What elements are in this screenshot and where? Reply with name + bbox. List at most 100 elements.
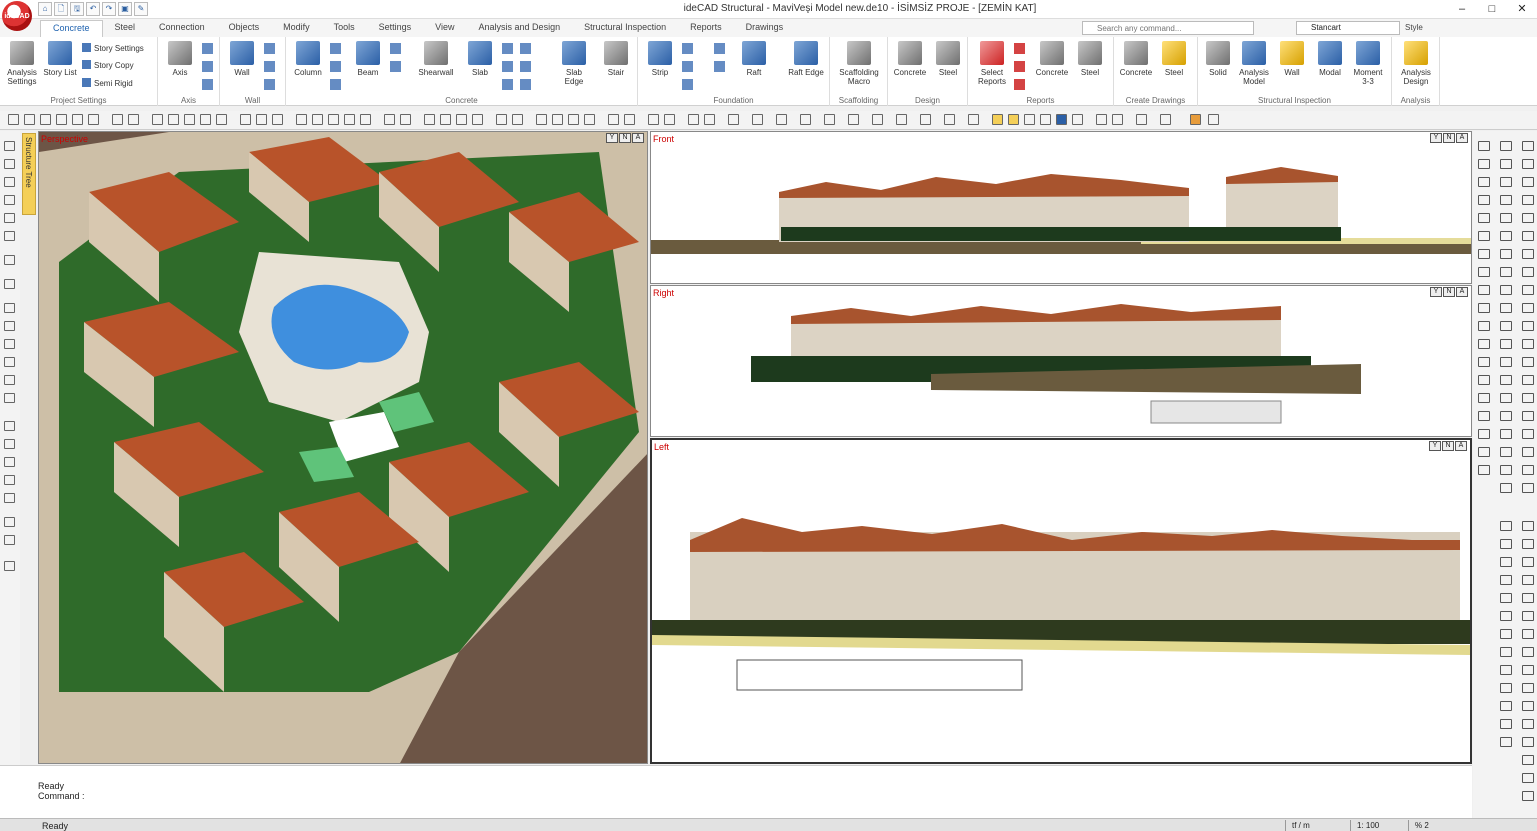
axis-button[interactable]: Axis [162, 41, 198, 77]
tool-icon[interactable] [1522, 321, 1534, 331]
fullscreen-icon[interactable] [1208, 114, 1219, 125]
foundation-tool-icon[interactable] [714, 43, 725, 54]
zoom-indicator[interactable]: % 2 [1415, 821, 1429, 830]
tool-icon[interactable] [1500, 393, 1512, 403]
wall-tool-icon[interactable] [264, 61, 275, 72]
tab-settings[interactable]: Settings [367, 20, 424, 37]
tool-icon[interactable] [1500, 213, 1512, 223]
tool-icon[interactable] [4, 457, 15, 467]
tool-icon[interactable] [1500, 249, 1512, 259]
tool-icon[interactable] [1500, 231, 1512, 241]
tool-icon[interactable] [1478, 231, 1490, 241]
tool-icon[interactable] [1500, 429, 1512, 439]
home-icon[interactable]: ⌂ [38, 2, 52, 16]
minimize-button[interactable]: – [1447, 0, 1477, 19]
tool-icon[interactable] [1522, 557, 1534, 567]
sun-icon[interactable] [1008, 114, 1019, 125]
zoom-out-icon[interactable] [24, 114, 35, 125]
slab-button[interactable]: Slab [462, 41, 498, 77]
tab-analysis-design[interactable]: Analysis and Design [467, 20, 573, 37]
snap-midpoint-icon[interactable] [440, 114, 451, 125]
tool-icon[interactable] [1500, 141, 1512, 151]
tool-icon[interactable] [4, 535, 15, 545]
structure-tree-tab[interactable]: Structure Tree [22, 133, 36, 215]
view-left-icon[interactable] [584, 114, 595, 125]
tool-icon[interactable] [1522, 611, 1534, 621]
moment-button[interactable]: Moment 3-3 [1350, 41, 1386, 86]
layer-icon[interactable] [400, 114, 411, 125]
tool-icon[interactable] [4, 303, 15, 313]
print-icon[interactable] [752, 114, 763, 125]
tool-icon[interactable] [1522, 737, 1534, 747]
tool-icon[interactable] [1478, 177, 1490, 187]
tab-structural-inspection[interactable]: Structural Inspection [572, 20, 678, 37]
tool-icon[interactable] [4, 393, 15, 403]
tool-icon[interactable] [1522, 593, 1534, 603]
viewport-right[interactable]: Right Y N A [650, 285, 1472, 437]
tool-icon[interactable] [4, 493, 15, 503]
tool-icon[interactable] [1522, 539, 1534, 549]
reports-concrete-button[interactable]: Concrete [1034, 41, 1070, 77]
tool-icon[interactable] [1522, 177, 1534, 187]
viewport-perspective[interactable]: Perspective Y N A [38, 131, 648, 764]
tool-icon[interactable] [4, 421, 15, 431]
tool-icon[interactable] [4, 475, 15, 485]
viewport-front[interactable]: Front Y N A [650, 131, 1472, 284]
zoom-extents-icon[interactable] [56, 114, 67, 125]
array-icon[interactable] [824, 114, 835, 125]
undo-icon[interactable]: ↶ [86, 2, 100, 16]
tool-icon[interactable] [1522, 231, 1534, 241]
viewport-control-button[interactable]: Y [1430, 287, 1442, 297]
tab-connection[interactable]: Connection [147, 20, 217, 37]
tool-icon[interactable] [1500, 177, 1512, 187]
select-icon[interactable]: ▣ [118, 2, 132, 16]
tool-icon[interactable] [1522, 755, 1534, 765]
pan-icon[interactable] [72, 114, 83, 125]
tool-icon[interactable] [1522, 791, 1534, 801]
tool-icon[interactable] [1522, 719, 1534, 729]
polyline-icon[interactable] [312, 114, 323, 125]
tool-icon[interactable] [1500, 611, 1512, 621]
tool-icon[interactable] [4, 195, 15, 205]
properties-icon[interactable] [728, 114, 739, 125]
tool-icon[interactable] [1500, 357, 1512, 367]
tool-icon[interactable] [1500, 575, 1512, 585]
edit-icon[interactable]: ✎ [134, 2, 148, 16]
tool-icon[interactable] [1478, 357, 1490, 367]
tool-icon[interactable] [1500, 647, 1512, 657]
tool-icon[interactable] [1500, 375, 1512, 385]
tool-icon[interactable] [1522, 683, 1534, 693]
tool-icon[interactable] [1522, 375, 1534, 385]
scale-icon[interactable] [216, 114, 227, 125]
tool-icon[interactable] [4, 517, 15, 527]
save-icon[interactable]: 🖫 [70, 2, 84, 16]
tool-icon[interactable] [1478, 393, 1490, 403]
drawings-steel-button[interactable]: Steel [1156, 41, 1192, 77]
tool-icon[interactable] [1500, 629, 1512, 639]
tab-drawings[interactable]: Drawings [734, 20, 796, 37]
column-tool-icon[interactable] [330, 61, 341, 72]
tool-icon[interactable] [1478, 339, 1490, 349]
style-select[interactable]: Stancart [1296, 21, 1400, 35]
slab-tool-icon[interactable] [520, 43, 531, 54]
color-icon[interactable] [1056, 114, 1067, 125]
story-copy-button[interactable]: Story Copy [82, 60, 134, 70]
rotate-icon[interactable] [184, 114, 195, 125]
hatch-icon[interactable] [384, 114, 395, 125]
column-button[interactable]: Column [290, 41, 326, 77]
tool-icon[interactable] [1478, 465, 1490, 475]
analysis-settings-button[interactable]: Analysis Settings [4, 41, 40, 86]
hide-icon[interactable] [896, 114, 907, 125]
tool-icon[interactable] [1500, 447, 1512, 457]
bim-icon[interactable] [1136, 114, 1147, 125]
tool-icon[interactable] [1500, 483, 1512, 493]
close-button[interactable]: ✕ [1507, 0, 1537, 19]
rectangle-icon[interactable] [360, 114, 371, 125]
mirror-icon[interactable] [200, 114, 211, 125]
dimension-icon[interactable] [128, 114, 139, 125]
drawings-concrete-button[interactable]: Concrete [1118, 41, 1154, 77]
tool-icon[interactable] [4, 375, 15, 385]
viewport-control-button[interactable]: N [1443, 287, 1455, 297]
tool-icon[interactable] [1522, 429, 1534, 439]
redraw-icon[interactable] [88, 114, 99, 125]
